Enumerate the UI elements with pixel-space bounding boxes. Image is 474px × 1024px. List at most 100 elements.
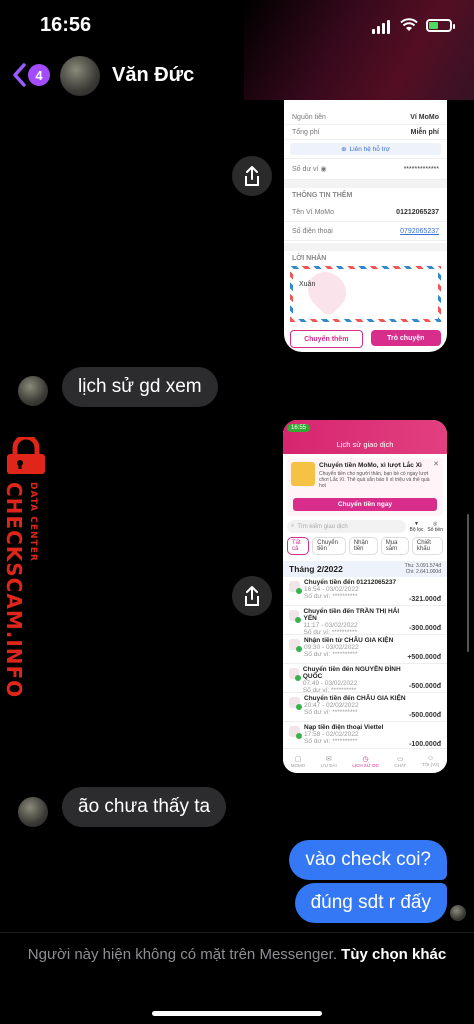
home-indicator[interactable]: [152, 1011, 322, 1016]
receipt-row-wallet: Tên Ví MoMo 01212065237: [284, 203, 447, 222]
history-bottom-nav: ▢ MOMO ✉ ƯU ĐÃI ◷ LỊCH SỬ GD ▭ CHAT ☺ TÔI (V2…: [283, 748, 447, 773]
sender-avatar[interactable]: [18, 376, 48, 406]
transaction-row[interactable]: Chuyển tiền đến CHÂU GIA KIỆN 20:47 - 02/…: [283, 693, 447, 722]
transaction-date: 17:58 - 02/02/2022: [304, 731, 359, 738]
share-icon: [245, 586, 259, 606]
transaction-row[interactable]: Chuyển tiền đến 01212065237 16:54 - 03/02…: [283, 577, 447, 606]
message-bubble-outgoing[interactable]: đúng sdt r đấy: [294, 883, 447, 923]
message-bubble-outgoing[interactable]: vào check coi?: [289, 840, 447, 880]
heart-decoration: [300, 264, 354, 318]
transaction-icon: [289, 610, 302, 623]
nav-momo[interactable]: ▢ MOMO: [291, 755, 306, 768]
nav-offers[interactable]: ✉ ƯU ĐÃI: [321, 755, 337, 768]
image-attachment-history[interactable]: 16:55 Lịch sử giao dịch Chuyển tiền MoMo…: [283, 420, 447, 773]
footer-note: Người này hiện không có mặt trên Messeng…: [27, 946, 447, 963]
user-icon: ☺: [426, 755, 435, 762]
sender-avatar[interactable]: [18, 797, 48, 827]
transaction-row[interactable]: Chuyển tiền đến TRẦN THỊ HẢI YẾN 11:17 - …: [283, 606, 447, 636]
transaction-amount: -321.000đ: [409, 596, 441, 603]
receipt-row-source: Nguồn tiền Ví MoMo: [284, 110, 447, 125]
share-button[interactable]: [232, 576, 272, 616]
signal-icon: [372, 16, 392, 34]
support-icon: ⊕: [341, 146, 347, 153]
transaction-title: Nạp tiền điện thoại Viettel: [304, 724, 384, 731]
transaction-date: 20:47 - 02/02/2022: [304, 702, 359, 709]
filter-button[interactable]: ▼ Bộ lọc: [410, 521, 424, 533]
transaction-balance: Số dư ví: **********: [304, 738, 358, 745]
search-icon: ⌕: [291, 523, 295, 529]
nav-history[interactable]: ◷ LỊCH SỬ GD: [352, 755, 378, 768]
history-status-time: 16:55: [287, 424, 311, 432]
unread-badge: 4: [28, 64, 50, 86]
nav-profile[interactable]: ☺ TÔI (V2): [422, 755, 439, 767]
scroll-indicator[interactable]: [467, 514, 469, 652]
message-bubble-incoming[interactable]: lịch sử gd xem: [62, 367, 218, 407]
close-icon[interactable]: ✕: [433, 460, 439, 468]
battery-icon: [426, 18, 455, 32]
share-icon: [245, 166, 259, 186]
history-title: Lịch sử giao dịch: [336, 440, 394, 449]
receipt-row-phone: Số điện thoại 0792065237: [284, 222, 447, 241]
transaction-row[interactable]: Nạp tiền điện thoại Viettel 17:58 - 02/02…: [283, 722, 447, 751]
transaction-row[interactable]: Chuyển tiền đến NGUYỄN ĐÌNH QUỐC 07:49 - …: [283, 664, 447, 694]
receipt-row-balance: Số dư ví ◉ *************: [284, 158, 447, 180]
transaction-icon: [289, 726, 302, 739]
support-link[interactable]: ⊕ Liên hệ hỗ trợ: [290, 143, 441, 155]
history-header: 16:55 Lịch sử giao dịch: [283, 420, 447, 454]
transaction-amount: -300.000đ: [409, 625, 441, 632]
contact-name[interactable]: Văn Đức: [112, 64, 194, 87]
more-options-link[interactable]: Tùy chọn khác: [341, 946, 446, 963]
transaction-amount: -500.000đ: [409, 683, 441, 690]
transaction-icon: [289, 697, 302, 710]
transaction-title: Chuyển tiền đến NGUYỄN ĐÌNH QUỐC: [302, 666, 401, 680]
transaction-balance: Số dư ví: **********: [304, 709, 358, 716]
transaction-row[interactable]: Nhận tiền từ CHÂU GIA KIỆN 09:30 - 03/02/…: [283, 635, 447, 664]
transaction-amount: -100.000đ: [409, 741, 441, 748]
share-button[interactable]: [232, 156, 272, 196]
promo-image: [291, 462, 315, 486]
status-icons: [372, 16, 455, 34]
transaction-title: Nhận tiền từ CHÂU GIA KIỆN: [304, 637, 394, 644]
transaction-title: Chuyển tiền đến TRẦN THỊ HẢI YẾN: [303, 608, 400, 622]
tab-transfer[interactable]: Chuyển tiền: [312, 537, 346, 555]
message-card: Xuân: [290, 264, 441, 322]
transaction-icon: [289, 581, 302, 594]
watermark-subtitle: DATA CENTER: [28, 482, 38, 562]
transaction-balance: Số dư ví: **********: [304, 593, 358, 600]
tab-receive[interactable]: Nhận tiền: [348, 537, 378, 555]
transaction-balance: Số dư ví: **********: [303, 629, 357, 636]
back-button[interactable]: 4: [12, 63, 50, 87]
more-info-heading: THÔNG TIN THÊM: [292, 192, 353, 199]
transaction-title: Chuyển tiền đến CHÂU GIA KIỆN: [304, 695, 406, 702]
chat-button[interactable]: Trò chuyện: [370, 330, 441, 346]
lock-icon: [3, 434, 49, 480]
tab-discount[interactable]: Chiết khấu: [411, 537, 443, 555]
transaction-icon: [289, 668, 301, 681]
transaction-title: Chuyển tiền đến 01212065237: [304, 579, 397, 586]
top-background-gradient: [244, 0, 474, 100]
tab-all[interactable]: Tất cả: [287, 537, 310, 555]
promo-button[interactable]: Chuyển tiền ngay: [293, 498, 437, 511]
amount-filter-button[interactable]: ◎ Số tiền: [427, 521, 443, 533]
transaction-date: 09:30 - 03/02/2022: [304, 644, 359, 651]
status-time: 16:56: [40, 14, 92, 36]
message-bubble-incoming[interactable]: ão chưa thấy ta: [62, 787, 227, 827]
transaction-date: 16:54 - 03/02/2022: [304, 586, 359, 593]
transaction-date: 07:49 - 03/02/2022: [302, 680, 358, 687]
transaction-amount: -500.000đ: [409, 712, 441, 719]
chat-icon: ▭: [396, 755, 404, 763]
chevron-left-icon: [13, 63, 26, 87]
message-heading: LỜI NHẮN: [292, 255, 327, 262]
transaction-balance: Số dư ví: **********: [302, 687, 357, 694]
month-header: Tháng 2/2022 Thu: 3.091.574đ Chi: 2.641.0…: [283, 561, 447, 577]
nav-chat[interactable]: ▭ CHAT: [394, 755, 406, 768]
contact-avatar[interactable]: [60, 56, 100, 96]
history-tabs: Tất cả Chuyển tiền Nhận tiền Mua sắm Chi…: [287, 537, 443, 555]
tab-shopping[interactable]: Mua sắm: [380, 537, 409, 555]
image-attachment-receipt[interactable]: Nguồn tiền Ví MoMo Tổng phí Miễn phí ⊕ Liên…: [284, 100, 447, 352]
search-input[interactable]: ⌕ Tìm kiếm giao dịch: [287, 520, 406, 533]
read-receipt-avatar: [450, 905, 466, 921]
wifi-icon: [400, 18, 418, 31]
transfer-more-button[interactable]: Chuyển thêm: [290, 330, 363, 348]
watermark-title: CHECKSCAM.INFO: [2, 482, 26, 699]
